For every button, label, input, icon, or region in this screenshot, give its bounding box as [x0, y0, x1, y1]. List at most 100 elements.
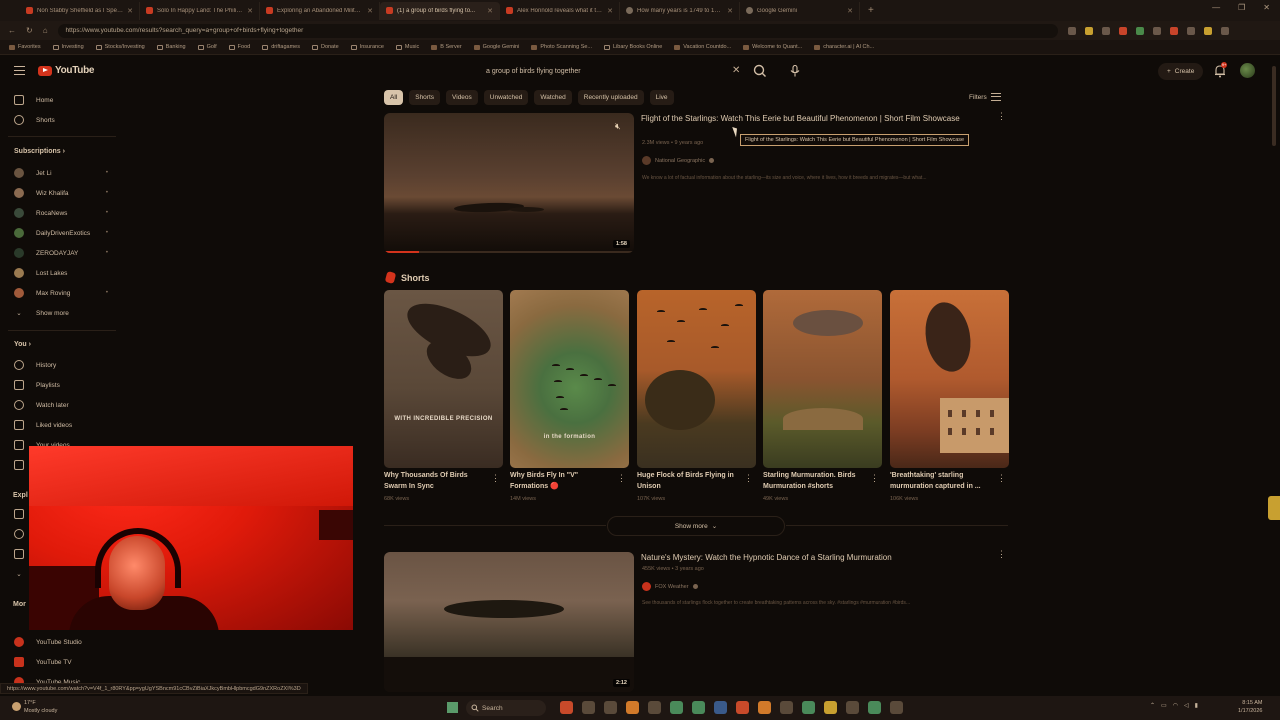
volume-icon[interactable]: ◁	[1184, 702, 1189, 709]
chip-unwatched[interactable]: Unwatched	[483, 90, 529, 105]
browser-tab[interactable]: How many years is 1749 to 1841? ✕	[620, 1, 740, 20]
bookmark-item[interactable]: Photo Scanning Se...	[528, 44, 595, 50]
app-icon[interactable]	[890, 701, 903, 714]
more-options-icon[interactable]: ⋮	[997, 550, 1006, 559]
more-options-icon[interactable]: ⋮	[870, 474, 879, 483]
back-button[interactable]: ←	[8, 26, 16, 35]
bookmark-folder[interactable]: driftagames	[259, 44, 303, 50]
browser-tab[interactable]: Solo In Happy Land: The Philippine...✕	[140, 1, 260, 20]
more-options-icon[interactable]: ⋮	[744, 474, 753, 483]
scrollbar-thumb[interactable]	[1272, 66, 1276, 146]
chip-live[interactable]: Live	[649, 90, 674, 105]
wifi-icon[interactable]: ◠	[1173, 702, 1178, 709]
chip-watched[interactable]: Watched	[534, 90, 572, 105]
video-title[interactable]: Flight of the Starlings: Watch This Eeri…	[641, 113, 971, 126]
more-options-icon[interactable]: ⋮	[997, 474, 1006, 483]
app-icon[interactable]	[736, 701, 749, 714]
chip-all[interactable]: All	[384, 90, 404, 105]
extension-icon[interactable]	[1135, 26, 1144, 35]
sidebar-channel[interactable]: Wiz Khalifa •	[14, 183, 114, 203]
browser-tab[interactable]: Google Gemini ✕	[740, 1, 860, 20]
app-icon[interactable]	[780, 701, 793, 714]
sidebar-channel[interactable]: Lost Lakes	[14, 263, 114, 283]
home-button[interactable]: ⌂	[43, 26, 48, 35]
sidebar-item-shorts[interactable]: Shorts	[14, 110, 114, 130]
profile-icon[interactable]	[1220, 26, 1229, 35]
extension-icon[interactable]	[1067, 26, 1076, 35]
short-title[interactable]: Huge Flock of Birds Flying in Unison	[637, 471, 742, 492]
sidebar-item-playlists[interactable]: Playlists	[14, 375, 114, 395]
sidebar-heading-you[interactable]: You ›	[14, 341, 31, 348]
browser-icon[interactable]	[692, 701, 705, 714]
extension-icon[interactable]	[1203, 26, 1212, 35]
sidebar-heading-more-from-youtube[interactable]: Mor	[13, 601, 26, 608]
sidebar-item-history[interactable]: History	[14, 355, 114, 375]
app-icon[interactable]	[824, 701, 837, 714]
maximize-button[interactable]: ❐	[1238, 3, 1245, 12]
app-icon[interactable]	[560, 701, 573, 714]
filters-button[interactable]: Filters	[969, 93, 1001, 101]
extension-icon[interactable]	[1186, 26, 1195, 35]
more-options-icon[interactable]: ⋮	[997, 112, 1006, 121]
chip-shorts[interactable]: Shorts	[409, 90, 441, 105]
bookmark-item[interactable]: character.ai | AI Ch...	[811, 44, 877, 50]
sidebar-show-more[interactable]: ⌄ Show more	[14, 303, 114, 323]
url-field[interactable]: https://www.youtube.com/results?search_q…	[57, 23, 1058, 38]
sidebar-channel[interactable]: Max Roving •	[14, 283, 114, 303]
bookmark-folder[interactable]: Food	[226, 44, 254, 50]
channel-link[interactable]: National Geographic	[642, 156, 715, 165]
close-icon[interactable]: ✕	[727, 7, 733, 15]
short-title[interactable]: Why Birds Fly In "V" Formations 🔴	[510, 471, 615, 492]
sidebar-channel[interactable]: ZERODAYJAY •	[14, 243, 114, 263]
chevron-up-icon[interactable]: ⌃	[1150, 702, 1155, 709]
weather-widget[interactable]: 17°F Mostly cloudy	[12, 699, 57, 715]
clear-icon[interactable]: ✕	[732, 65, 740, 76]
folder-icon[interactable]	[626, 701, 639, 714]
refresh-button[interactable]: ↻	[26, 26, 33, 35]
sidebar-item-watch-later[interactable]: Watch later	[14, 395, 114, 415]
browser-tab-active[interactable]: (1) a group of birds flying to... ✕	[380, 1, 500, 20]
app-icon[interactable]	[670, 701, 683, 714]
search-button[interactable]	[752, 63, 768, 79]
bookmark-item[interactable]: Libary Books Online	[601, 44, 665, 50]
browser-tab[interactable]: Exploring an Abandoned Military ... ✕	[260, 1, 380, 20]
short-thumbnail[interactable]: WITH INCREDIBLE PRECISION	[384, 290, 503, 468]
bookmark-item[interactable]: Favorites	[6, 44, 44, 50]
short-title[interactable]: Starling Murmuration. Birds Murmuration …	[763, 471, 868, 492]
close-icon[interactable]: ✕	[607, 7, 613, 15]
app-icon[interactable]	[604, 701, 617, 714]
sidebar-item-home[interactable]: Home	[14, 90, 114, 110]
sidebar-channel[interactable]: RocaNews •	[14, 203, 114, 223]
bookmark-item[interactable]: Welcome to Quant...	[740, 44, 805, 50]
close-window-button[interactable]: ✕	[1263, 3, 1270, 12]
extension-icon[interactable]	[1101, 26, 1110, 35]
bookmark-folder[interactable]: Donate	[309, 44, 342, 50]
app-icon[interactable]	[846, 701, 859, 714]
sidebar-item-youtube-studio[interactable]: YouTube Studio	[14, 632, 114, 652]
mute-icon[interactable]: 🔇︎	[615, 121, 627, 131]
video-thumbnail[interactable]: 🔇︎ 1:58	[384, 113, 634, 253]
browser-tab[interactable]: Non Stabby Sheffield as I Speak &...✕	[20, 1, 140, 20]
sidebar-item-liked-videos[interactable]: Liked videos	[14, 415, 114, 435]
extension-icon[interactable]	[1169, 26, 1178, 35]
show-more-button[interactable]: Show more ⌄	[607, 516, 785, 536]
app-icon[interactable]	[582, 701, 595, 714]
app-icon[interactable]	[714, 701, 727, 714]
taskbar-clock[interactable]: 8:15 AM 1/17/2026	[1238, 700, 1262, 715]
search-input[interactable]: a group of birds flying together	[478, 60, 748, 82]
windows-start-icon[interactable]	[447, 702, 458, 713]
side-widget-tab[interactable]	[1268, 496, 1280, 520]
extension-icon[interactable]	[1118, 26, 1127, 35]
close-icon[interactable]: ✕	[367, 7, 373, 15]
menu-icon[interactable]	[14, 66, 25, 75]
new-tab-button[interactable]: +	[868, 5, 874, 16]
account-avatar[interactable]	[1240, 63, 1255, 78]
video-thumbnail[interactable]: 2:12	[384, 552, 634, 692]
app-icon[interactable]	[868, 701, 881, 714]
chip-recently-uploaded[interactable]: Recently uploaded	[577, 90, 644, 105]
browser-tab[interactable]: Alex Honnold reveals what it takes...✕	[500, 1, 620, 20]
short-thumbnail[interactable]	[637, 290, 756, 468]
brave-icon[interactable]	[758, 701, 771, 714]
more-options-icon[interactable]: ⋮	[491, 474, 500, 483]
bookmark-folder[interactable]: Stocks/Investing	[93, 44, 148, 50]
